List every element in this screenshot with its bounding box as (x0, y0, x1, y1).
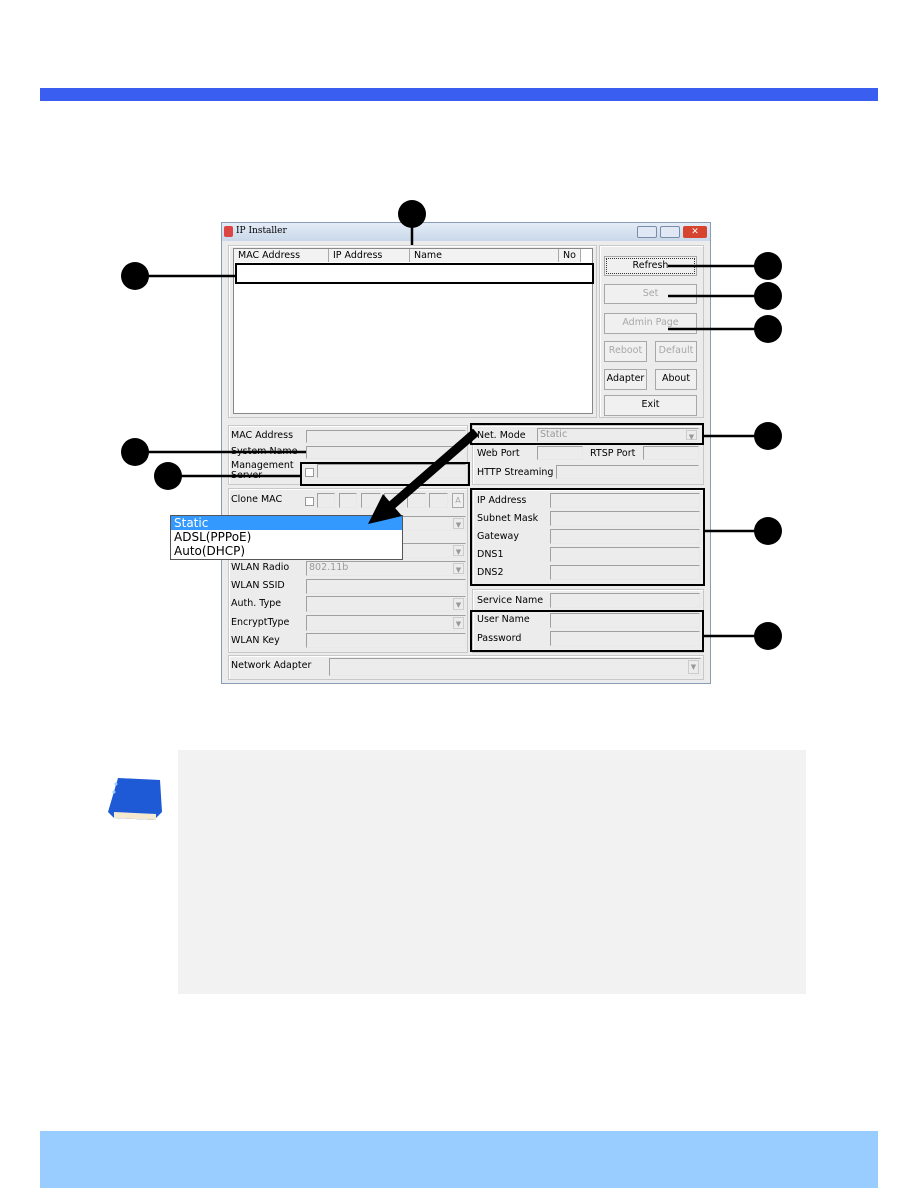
callout-marker (754, 622, 782, 650)
note-box (178, 750, 806, 994)
arrow-shaft (389, 428, 479, 509)
callout-marker (154, 462, 182, 490)
callout-marker (121, 262, 149, 290)
callout-overlay (121, 200, 782, 650)
callout-marker (121, 438, 149, 466)
callout-marker (754, 252, 782, 280)
callout-marker (754, 517, 782, 545)
callout-marker (398, 200, 426, 228)
binder-icon (108, 778, 162, 820)
callout-marker (754, 422, 782, 450)
callout-marker (754, 315, 782, 343)
callout-marker (754, 282, 782, 310)
